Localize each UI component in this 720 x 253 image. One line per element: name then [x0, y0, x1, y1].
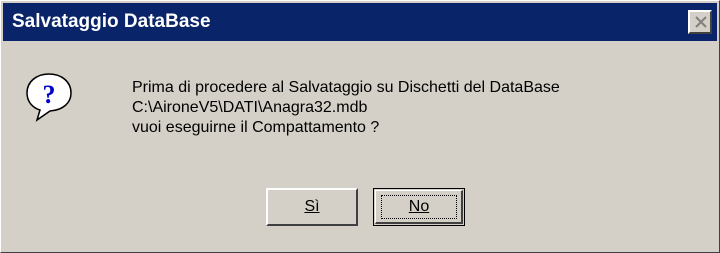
close-icon	[695, 16, 707, 28]
window-title: Salvataggio DataBase	[12, 11, 211, 32]
close-button[interactable]	[688, 10, 712, 34]
svg-text:?: ?	[43, 80, 56, 109]
focus-rectangle: No	[381, 195, 457, 219]
message-dialog: Salvataggio DataBase ? Prima di proceder…	[0, 0, 720, 253]
yes-button-label: Sì	[304, 198, 320, 215]
no-button[interactable]: No	[373, 188, 465, 226]
dialog-message: Prima di procedere al Salvataggio su Dis…	[132, 78, 560, 138]
yes-button[interactable]: Sì	[266, 188, 358, 226]
title-bar[interactable]: Salvataggio DataBase	[3, 3, 717, 41]
message-line: vuoi eseguirne il Compattamento ?	[132, 119, 380, 136]
no-button-label: No	[408, 198, 430, 215]
message-path-line: C:\AironeV5\DATI\Anagra32.mdb	[132, 99, 368, 116]
message-line: Prima di procedere al Salvataggio su Dis…	[132, 79, 560, 96]
question-icon: ?	[26, 73, 72, 122]
